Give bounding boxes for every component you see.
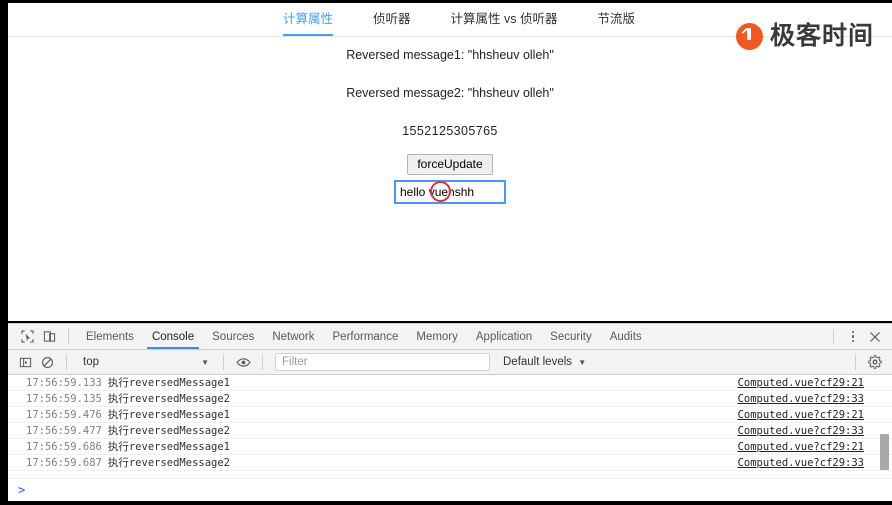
- brand-name: 极客时间: [769, 22, 874, 50]
- log-source-link[interactable]: Computed.vue?cf29:33: [738, 425, 864, 437]
- device-toolbar-icon[interactable]: [38, 327, 60, 347]
- filterbar-divider-4: [855, 354, 856, 370]
- log-source-link[interactable]: Computed.vue?cf29:21: [738, 409, 864, 421]
- page-tab-watcher[interactable]: 侦听器: [373, 3, 411, 36]
- force-update-button[interactable]: forceUpdate: [407, 154, 493, 175]
- log-message: 执行reversedMessage1: [107, 409, 231, 421]
- console-row[interactable]: 17:56:59.133 执行reversedMessage1 Computed…: [8, 375, 892, 391]
- devtools-toolbar: Elements Console Sources Network Perform…: [8, 324, 892, 350]
- console-row[interactable]: 17:56:59.477 执行reversedMessage2 Computed…: [8, 423, 892, 439]
- log-message: 执行reversedMessage2: [107, 393, 231, 405]
- devtools-tab-sources[interactable]: Sources: [203, 324, 263, 349]
- demo-content: Reversed message1: "hhsheuv olleh" Rever…: [8, 37, 892, 204]
- geektime-logo-icon: [735, 23, 763, 50]
- live-expression-icon[interactable]: [232, 352, 254, 372]
- page-tab-throttle[interactable]: 节流版: [597, 3, 635, 36]
- devtools-tab-network[interactable]: Network: [263, 324, 323, 349]
- kebab-menu-icon[interactable]: [842, 327, 864, 347]
- console-context-value: top: [83, 356, 99, 368]
- reversed-message-1: Reversed message1: "hhsheuv olleh": [346, 48, 554, 62]
- chevron-down-icon: ▼: [201, 357, 209, 367]
- console-log-levels-select[interactable]: Default levels ▼: [503, 356, 586, 368]
- log-timestamp: 17:56:59.476: [26, 408, 102, 421]
- page-tab-computed[interactable]: 计算属性: [283, 3, 334, 36]
- log-timestamp: 17:56:59.687: [26, 456, 102, 469]
- page-tab-computed-vs-watcher[interactable]: 计算属性 vs 侦听器: [451, 3, 558, 36]
- gear-icon[interactable]: [864, 352, 886, 372]
- console-row[interactable]: 17:56:59.687 执行reversedMessage2 Computed…: [8, 455, 892, 471]
- log-message: 执行reversedMessage1: [107, 441, 231, 453]
- devtools-toolbar-right: [825, 327, 886, 347]
- prompt-caret-icon: >: [18, 483, 26, 497]
- log-source-link[interactable]: Computed.vue?cf29:33: [738, 457, 864, 469]
- brand-logo: 极客时间: [735, 22, 874, 50]
- browser-window: 计算属性 侦听器 计算属性 vs 侦听器 节流版 极客时间 Reversed m…: [0, 0, 892, 505]
- log-timestamp: 17:56:59.477: [26, 424, 102, 437]
- devtools-tab-security[interactable]: Security: [541, 324, 601, 349]
- filterbar-right: [847, 352, 886, 372]
- clear-console-icon[interactable]: [36, 352, 58, 372]
- log-timestamp: 17:56:59.133: [26, 376, 102, 389]
- geektime-logo-stem: [747, 45, 750, 50]
- log-message: 执行reversedMessage2: [107, 425, 231, 437]
- log-source-link[interactable]: Computed.vue?cf29:21: [738, 441, 864, 453]
- message-input[interactable]: [394, 180, 506, 204]
- log-source-link[interactable]: Computed.vue?cf29:21: [738, 377, 864, 389]
- console-filter-input[interactable]: [275, 353, 490, 371]
- reversed-message-2: Reversed message2: "hhsheuv olleh": [346, 86, 554, 100]
- console-prompt[interactable]: >: [8, 478, 892, 501]
- log-message: 执行reversedMessage2: [107, 457, 231, 469]
- devtools-tab-application[interactable]: Application: [467, 324, 541, 349]
- console-row[interactable]: 17:56:59.135 执行reversedMessage2 Computed…: [8, 391, 892, 407]
- toolbar-divider: [68, 329, 69, 344]
- console-log-levels-value: Default levels: [503, 356, 573, 368]
- console-filter-bar: top ▼ Default levels ▼: [8, 350, 892, 375]
- console-sidebar-icon[interactable]: [14, 352, 36, 372]
- devtools-tabs: Elements Console Sources Network Perform…: [77, 324, 651, 349]
- devtools-tab-elements[interactable]: Elements: [77, 324, 143, 349]
- log-message: 执行reversedMessage1: [107, 377, 231, 389]
- page-viewport: 计算属性 侦听器 计算属性 vs 侦听器 节流版 极客时间 Reversed m…: [8, 3, 892, 321]
- chevron-down-icon-levels: ▼: [578, 358, 587, 367]
- log-timestamp: 17:56:59.686: [26, 440, 102, 453]
- console-message-list[interactable]: 17:56:59.133 执行reversedMessage1 Computed…: [8, 375, 892, 478]
- log-timestamp: 17:56:59.135: [26, 392, 102, 405]
- log-source-link[interactable]: Computed.vue?cf29:33: [738, 393, 864, 405]
- devtools-tab-console[interactable]: Console: [143, 324, 203, 349]
- filterbar-divider-2: [223, 354, 224, 370]
- console-scrollbar-thumb[interactable]: [880, 434, 889, 470]
- inspect-cursor-icon[interactable]: [16, 327, 38, 347]
- devtools-panel: Elements Console Sources Network Perform…: [8, 323, 892, 501]
- filterbar-divider-1: [66, 354, 67, 370]
- devtools-tab-memory[interactable]: Memory: [407, 324, 467, 349]
- force-update-row: forceUpdate: [8, 154, 892, 175]
- message-input-wrap: [394, 180, 506, 204]
- console-context-select[interactable]: top ▼: [75, 353, 215, 372]
- timestamp-number: 1552125305765: [402, 124, 498, 138]
- close-icon[interactable]: [864, 327, 886, 347]
- devtools-tab-audits[interactable]: Audits: [601, 324, 651, 349]
- console-row[interactable]: 17:56:59.476 执行reversedMessage1 Computed…: [8, 407, 892, 423]
- devtools-tab-performance[interactable]: Performance: [324, 324, 408, 349]
- filterbar-divider-3: [262, 354, 263, 370]
- console-scrollbar[interactable]: [880, 375, 889, 478]
- console-row[interactable]: 17:56:59.686 执行reversedMessage1 Computed…: [8, 439, 892, 455]
- toolbar-divider-right: [833, 329, 834, 344]
